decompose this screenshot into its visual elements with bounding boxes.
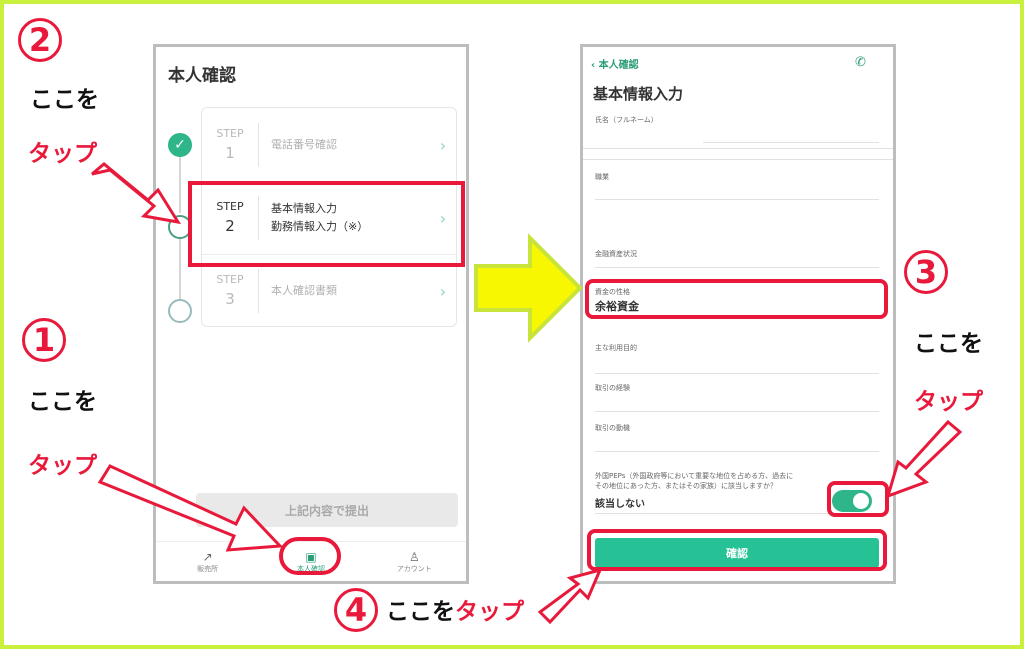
highlight-fund-field [585,279,888,319]
page-title: 本人確認 [168,66,236,86]
annotation-number-3: 3 [904,250,948,294]
purpose-select[interactable] [595,373,879,374]
motive-select[interactable] [595,451,879,452]
chevron-left-icon: ‹ [591,60,599,71]
peps-label-line2: その地位にあった方、またはその家族）に該当しますか？ [595,482,777,490]
asset-label: 金融資産状況 [595,250,637,258]
asset-select[interactable] [595,267,879,268]
annotation-number-4: 4 [334,588,378,632]
back-label: 本人確認 [598,60,639,71]
name-input[interactable] [703,142,879,143]
step-number: 1 [225,144,235,162]
pointer-arrow-icon [91,162,182,225]
step-3-circle [168,299,192,323]
annotation-number-1: 1 [22,318,66,362]
step-item-1[interactable]: STEP 1 電話番号確認 › [202,108,458,182]
chevron-right-icon: › [439,135,447,155]
annotation-text-1: ここを [28,389,97,415]
highlight-identity-tab [279,537,341,575]
highlight-toggle [827,481,889,517]
tab-label: アカウント [396,564,432,573]
motive-label: 取引の動機 [595,424,630,432]
pointer-arrow-icon [97,464,284,552]
phone-icon[interactable]: ✆ [855,55,866,70]
step-label: STEP [216,272,244,286]
step-text: 本人確認書類 [271,284,337,298]
experience-label: 取引の経験 [595,384,630,392]
pointer-arrow-icon [885,419,962,499]
highlight-confirm-button [587,529,887,571]
page-title: 基本情報入力 [593,85,684,103]
peps-label-line1: 外国PEPs（外国政府等において重要な地位を占める方、過去に [595,472,794,480]
step-label: STEP [216,126,244,140]
annotation-tap-3: タップ [914,389,983,415]
peps-value: 該当しない [595,499,645,510]
tab-label: 販売所 [197,564,219,573]
step-connector [179,239,181,299]
user-icon: ♙ [408,549,420,564]
pointer-arrow-icon [537,567,603,624]
step-text: 電話番号確認 [271,138,337,152]
annotation-text-3: ここを [914,331,983,357]
annotation-tap-2: タップ [28,141,97,167]
experience-select[interactable] [595,411,879,412]
tab-account[interactable]: ♙ アカウント [363,542,466,581]
job-select[interactable] [595,199,879,200]
purpose-label: 主な利用目的 [595,344,637,352]
highlight-step2 [188,181,465,267]
name-label: 氏名（フルネーム） [595,116,658,124]
job-label: 職業 [595,173,609,181]
step-1-check-icon: ✓ [168,133,192,157]
chevron-right-icon: › [439,281,447,301]
step-number: 3 [225,290,235,308]
annotation-number-2: 2 [18,18,62,62]
annotation-text-4: ここをタップ [386,599,524,625]
annotation-tap-1: タップ [28,453,97,479]
back-button[interactable]: ‹ 本人確認 [591,56,639,71]
big-right-arrow-icon [474,233,583,343]
annotation-text-2: ここを [30,87,99,113]
